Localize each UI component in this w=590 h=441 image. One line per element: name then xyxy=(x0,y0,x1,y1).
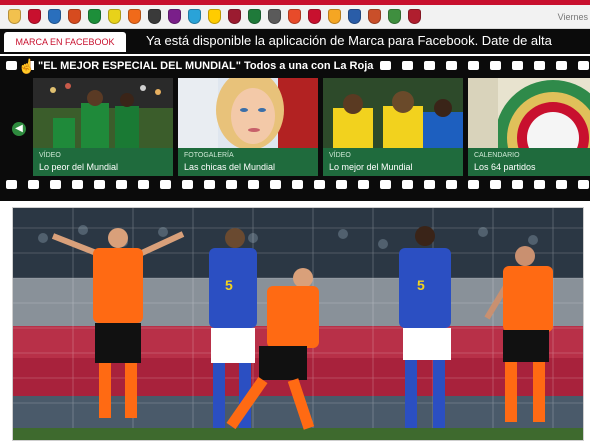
film-perforation xyxy=(270,180,281,189)
photo-netherlands-vs-brazil: 5 5 xyxy=(13,208,583,440)
film-perforation xyxy=(358,180,369,189)
club-crest-icon[interactable] xyxy=(388,9,401,24)
film-perforation xyxy=(72,180,83,189)
special-card-video-best[interactable]: VÍDEO Lo mejor del Mundial xyxy=(323,78,463,176)
special-filmstrip: ☝ "EL MEJOR ESPECIAL DEL MUNDIAL" Todos … xyxy=(0,56,590,201)
card-category: CALENDARIO xyxy=(474,152,520,159)
film-perforation xyxy=(380,180,391,189)
card-category: FOTOGALERÍA xyxy=(184,152,234,159)
card-title[interactable]: Los 64 partidos xyxy=(474,162,536,172)
card-title[interactable]: Lo peor del Mundial xyxy=(39,162,118,172)
hand-cursor-icon: ☝ xyxy=(18,58,36,74)
film-perforation xyxy=(424,180,435,189)
club-crest-icon[interactable] xyxy=(148,9,161,24)
film-perforation xyxy=(116,180,127,189)
club-crest-icon[interactable] xyxy=(8,9,21,24)
facebook-promo-bar: MARCA EN FACEBOOK Ya está disponible la … xyxy=(0,29,590,54)
film-perforation xyxy=(50,180,61,189)
film-perforation xyxy=(512,180,523,189)
date-label: Viernes xyxy=(557,12,588,22)
film-perforation xyxy=(578,61,589,70)
club-crest-icon[interactable] xyxy=(308,9,321,24)
club-crest-icon[interactable] xyxy=(108,9,121,24)
card-title[interactable]: Lo mejor del Mundial xyxy=(329,162,413,172)
card-image-team-huddle xyxy=(323,78,463,148)
card-title[interactable]: Las chicas del Mundial xyxy=(184,162,275,172)
film-perforation xyxy=(248,180,259,189)
special-card-gallery-girls[interactable]: FOTOGALERÍA Las chicas del Mundial xyxy=(178,78,318,176)
club-crest-icon[interactable] xyxy=(168,9,181,24)
club-crest-icon[interactable] xyxy=(28,9,41,24)
film-perforation xyxy=(402,61,413,70)
facebook-tab[interactable]: MARCA EN FACEBOOK xyxy=(4,32,126,52)
film-perforation xyxy=(292,180,303,189)
club-crest-strip: Viernes xyxy=(0,5,590,29)
film-perforation xyxy=(424,61,435,70)
facebook-promo-link[interactable]: Ya está disponible la aplicación de Marc… xyxy=(146,33,552,48)
film-perforation xyxy=(28,180,39,189)
film-perforation xyxy=(534,180,545,189)
film-perforation xyxy=(94,180,105,189)
film-perforation xyxy=(336,180,347,189)
special-card-video-worst[interactable]: VÍDEO Lo peor del Mundial xyxy=(33,78,173,176)
film-perforation xyxy=(578,180,589,189)
special-title[interactable]: "EL MEJOR ESPECIAL DEL MUNDIAL" Todos a … xyxy=(34,60,378,72)
card-image-blonde-fan xyxy=(178,78,318,148)
film-perforation xyxy=(512,61,523,70)
club-crest-icon[interactable] xyxy=(408,9,421,24)
film-perforation xyxy=(182,180,193,189)
film-perforation xyxy=(490,61,501,70)
film-perforation xyxy=(314,180,325,189)
card-category: VÍDEO xyxy=(329,152,351,159)
svg-text:5: 5 xyxy=(417,277,425,293)
club-crest-icon[interactable] xyxy=(228,9,241,24)
film-perforation xyxy=(6,61,17,70)
club-crest-icon[interactable] xyxy=(268,9,281,24)
film-perforation xyxy=(402,180,413,189)
film-perforation xyxy=(226,180,237,189)
club-crest-icon[interactable] xyxy=(248,9,261,24)
film-perforation xyxy=(446,180,457,189)
film-perforation xyxy=(6,180,17,189)
film-perforation xyxy=(204,180,215,189)
film-perforation xyxy=(468,61,479,70)
club-crest-icon[interactable] xyxy=(128,9,141,24)
film-perforation xyxy=(556,180,567,189)
film-perforation xyxy=(380,61,391,70)
club-crest-icon[interactable] xyxy=(48,9,61,24)
card-category: VÍDEO xyxy=(39,152,61,159)
svg-text:5: 5 xyxy=(225,277,233,293)
club-crest-icon[interactable] xyxy=(68,9,81,24)
card-image-calendar-wheel xyxy=(468,78,590,148)
film-perforation xyxy=(556,61,567,70)
film-perforation xyxy=(160,180,171,189)
film-perforation xyxy=(446,61,457,70)
club-crest-icon[interactable] xyxy=(208,9,221,24)
chevron-left-icon[interactable]: ◀ xyxy=(12,122,26,136)
card-image-players-celebrating xyxy=(33,78,173,148)
filmstrip-perforations-bottom xyxy=(0,180,590,190)
film-perforation xyxy=(534,61,545,70)
main-news-photo[interactable]: 5 5 xyxy=(12,207,584,441)
club-crest-icon[interactable] xyxy=(368,9,381,24)
club-crest-icon[interactable] xyxy=(328,9,341,24)
club-crest-icon[interactable] xyxy=(348,9,361,24)
club-crest-icon[interactable] xyxy=(188,9,201,24)
film-perforation xyxy=(468,180,479,189)
club-crest-icon[interactable] xyxy=(288,9,301,24)
film-perforation xyxy=(490,180,501,189)
film-perforation xyxy=(138,180,149,189)
club-crest-icon[interactable] xyxy=(88,9,101,24)
special-card-calendar[interactable]: CALENDARIO Los 64 partidos xyxy=(468,78,590,176)
